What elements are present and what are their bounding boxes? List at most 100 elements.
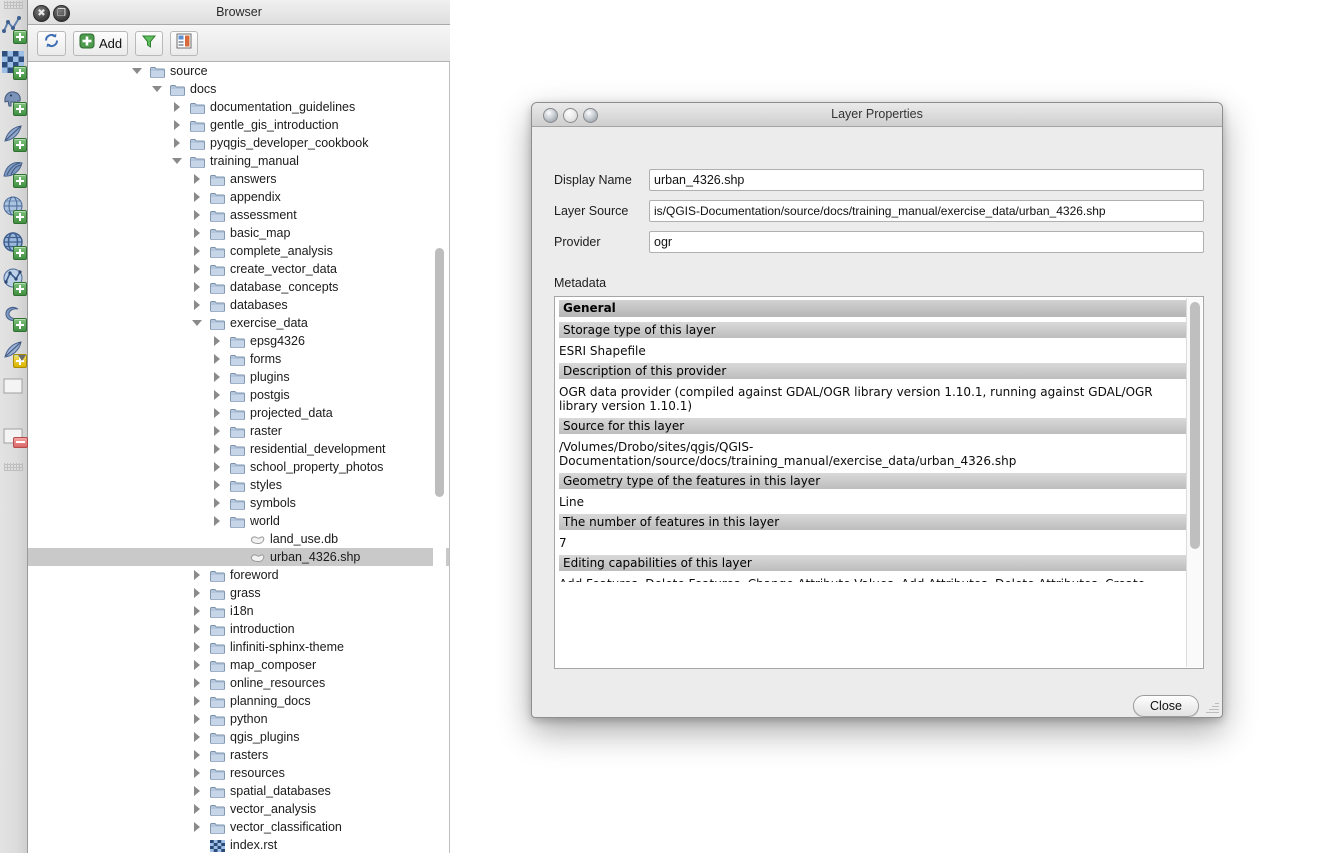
twisty-closed-icon[interactable] [194,282,200,292]
twisty-closed-icon[interactable] [214,426,220,436]
twisty-closed-icon[interactable] [214,390,220,400]
tree-item[interactable]: residential_development [28,440,449,458]
new-memory-layer-button[interactable] [0,371,28,407]
add-wcs-layer-button[interactable] [0,227,28,263]
tree-item[interactable]: foreword [28,566,449,584]
tree-item[interactable]: assessment [28,206,449,224]
twisty-closed-icon[interactable] [194,588,200,598]
tree-item[interactable]: answers [28,170,449,188]
add-raster-layer-button[interactable] [0,47,28,83]
twisty-closed-icon[interactable] [174,120,180,130]
twisty-closed-icon[interactable] [194,786,200,796]
tree-item[interactable]: basic_map [28,224,449,242]
twisty-closed-icon[interactable] [214,372,220,382]
tree-item[interactable]: exercise_data [28,314,449,332]
twisty-closed-icon[interactable] [194,210,200,220]
twisty-closed-icon[interactable] [214,462,220,472]
metadata-panel[interactable]: GeneralStorage type of this layerESRI Sh… [554,296,1204,669]
add-wms-layer-button[interactable] [0,191,28,227]
add-mssql-layer-button[interactable] [0,155,28,191]
twisty-closed-icon[interactable] [194,246,200,256]
tree-item[interactable]: introduction [28,620,449,638]
twisty-closed-icon[interactable] [194,192,200,202]
twisty-closed-icon[interactable] [174,102,180,112]
properties-button[interactable] [170,31,198,56]
toolbar-drag-handle[interactable] [4,1,23,9]
tree-item[interactable]: appendix [28,188,449,206]
provider-input[interactable]: ogr [649,231,1204,253]
twisty-closed-icon[interactable] [194,804,200,814]
tree-item[interactable]: documentation_guidelines [28,98,449,116]
tree-item[interactable]: forms [28,350,449,368]
tree-item[interactable]: source [28,62,449,80]
display-name-input[interactable]: urban_4326.shp [649,169,1204,191]
tree-item[interactable]: symbols [28,494,449,512]
twisty-closed-icon[interactable] [174,138,180,148]
twisty-closed-icon[interactable] [194,570,200,580]
twisty-closed-icon[interactable] [194,696,200,706]
tree-item[interactable]: gentle_gis_introduction [28,116,449,134]
twisty-closed-icon[interactable] [194,822,200,832]
metadata-scrollbar-thumb[interactable] [1190,302,1200,549]
resize-grip[interactable] [1205,700,1219,714]
twisty-closed-icon[interactable] [214,354,220,364]
tree-item-selected[interactable]: urban_4326.shp [28,548,449,566]
tree-item[interactable]: raster [28,422,449,440]
twisty-closed-icon[interactable] [194,678,200,688]
tree-item[interactable]: land_use.db [28,530,449,548]
tree-item[interactable]: postgis [28,386,449,404]
twisty-closed-icon[interactable] [194,300,200,310]
tree-item[interactable]: plugins [28,368,449,386]
tree-item[interactable]: create_vector_data [28,260,449,278]
add-wfs-layer-button[interactable] [0,263,28,299]
layer-source-input[interactable]: is/QGIS-Documentation/source/docs/traini… [649,200,1204,222]
toolbar-bottom-handle[interactable] [4,463,23,471]
tree-item[interactable]: databases [28,296,449,314]
twisty-open-icon[interactable] [172,158,182,164]
tree-item[interactable]: docs [28,80,449,98]
twisty-closed-icon[interactable] [194,642,200,652]
dialog-title-bar[interactable]: Layer Properties [532,103,1222,127]
twisty-closed-icon[interactable] [194,174,200,184]
new-spatialite-layer-button[interactable] [0,335,28,371]
tree-item[interactable]: vector_analysis [28,800,449,818]
tree-item[interactable]: world [28,512,449,530]
twisty-closed-icon[interactable] [194,264,200,274]
twisty-closed-icon[interactable] [194,228,200,238]
add-button[interactable]: Add [73,31,128,56]
twisty-closed-icon[interactable] [194,624,200,634]
tree-item[interactable]: online_resources [28,674,449,692]
refresh-button[interactable] [37,31,66,56]
tree-item[interactable]: map_composer [28,656,449,674]
tree-item[interactable]: linfiniti-sphinx-theme [28,638,449,656]
tree-item[interactable]: pyqgis_developer_cookbook [28,134,449,152]
tree-item[interactable]: qgis_plugins [28,728,449,746]
tree-item[interactable]: projected_data [28,404,449,422]
add-spatialite-layer-button[interactable] [0,119,28,155]
twisty-closed-icon[interactable] [194,714,200,724]
add-oracle-layer-button[interactable] [0,299,28,335]
tree-item[interactable]: complete_analysis [28,242,449,260]
twisty-closed-icon[interactable] [194,768,200,778]
filter-button[interactable] [135,31,163,56]
tree-scrollbar-thumb[interactable] [435,248,444,497]
twisty-closed-icon[interactable] [214,516,220,526]
tree-item[interactable]: python [28,710,449,728]
tree-item[interactable]: i18n [28,602,449,620]
twisty-closed-icon[interactable] [214,444,220,454]
twisty-closed-icon[interactable] [214,498,220,508]
tree-item[interactable]: database_concepts [28,278,449,296]
twisty-closed-icon[interactable] [194,660,200,670]
remove-layer-button[interactable] [0,421,28,457]
twisty-closed-icon[interactable] [214,336,220,346]
tree-item[interactable]: rasters [28,746,449,764]
twisty-closed-icon[interactable] [214,408,220,418]
tree-item[interactable]: styles [28,476,449,494]
tree-item[interactable]: spatial_databases [28,782,449,800]
add-postgis-layer-button[interactable] [0,83,28,119]
twisty-open-icon[interactable] [152,86,162,92]
close-button[interactable]: Close [1133,695,1199,717]
tree-item[interactable]: index.rst [28,836,449,853]
twisty-closed-icon[interactable] [194,606,200,616]
add-vector-layer-button[interactable] [0,11,28,47]
